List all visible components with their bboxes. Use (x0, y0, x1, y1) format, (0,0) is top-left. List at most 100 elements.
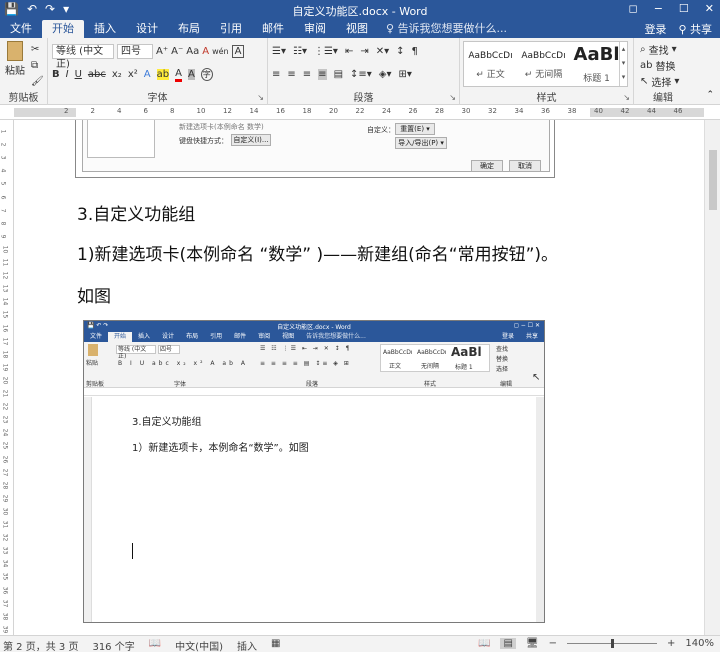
embedded-word-screenshot[interactable]: 💾 ↶ ↷ 自定义功能区.docx - Word ◻ − ☐ ✕ 文件 开始 插… (83, 320, 545, 623)
find-button[interactable]: ⌕ 查找 ▾ (640, 41, 677, 58)
vruler-number: 4 (0, 168, 7, 173)
replace-button[interactable]: ab 替换 (640, 57, 675, 74)
sign-in-link[interactable]: 登录 (644, 21, 666, 38)
paragraph-dialog-launcher-icon[interactable]: ↘ (449, 93, 456, 102)
distributed-icon[interactable]: ▤ (334, 69, 343, 80)
dialog-inner: 新建选项卡(本例命名 数学) 键盘快捷方式： 自定义(I)... 自定义： 重置… (82, 120, 550, 172)
tab-file[interactable]: 文件 (0, 20, 42, 38)
font-name-select[interactable]: 等线 (中文正) (52, 44, 114, 70)
minimize-button[interactable]: − (654, 2, 663, 15)
document-heading[interactable]: 3.自定义功能组 (77, 200, 195, 225)
ribbon-display-icon[interactable]: ◻ (629, 2, 638, 15)
char-border-icon[interactable]: A (231, 45, 245, 58)
underline-button[interactable]: U (75, 69, 82, 80)
embedded-font-name: 等线 (中文正) (116, 345, 156, 360)
bullets-icon[interactable]: ☰▾ (272, 46, 286, 57)
format-painter-icon[interactable]: 🖌 (31, 73, 44, 90)
vruler-number: 16 (1, 324, 9, 332)
close-button[interactable]: ✕ (705, 2, 714, 15)
cut-icon[interactable]: ✂ (31, 41, 39, 58)
multilevel-list-icon[interactable]: ⋮☰▾ (314, 46, 338, 57)
grow-font-icon[interactable]: A⁺ (156, 46, 168, 57)
zoom-slider[interactable] (567, 639, 658, 648)
vruler-number: 39 (1, 625, 9, 634)
import-export-button: 导入/导出(P) ▾ (395, 137, 447, 149)
document-caption[interactable]: 如图 (77, 282, 111, 307)
change-case-icon[interactable]: Aa (186, 46, 199, 57)
read-mode-icon[interactable]: 📖 (478, 638, 490, 649)
line-spacing-icon[interactable]: ↕≡▾ (350, 69, 372, 80)
share-button[interactable]: ⚲ 共享 (678, 21, 712, 38)
chinese-layout-icon[interactable]: ✕▾ (376, 46, 389, 57)
scrollbar-thumb[interactable] (709, 150, 717, 210)
style-no-spacing[interactable]: AaBbCcDı ↵ 无间隔 (517, 42, 570, 86)
zoom-in-button[interactable]: + (667, 638, 675, 649)
zoom-slider-knob[interactable] (611, 639, 615, 648)
zoom-out-button[interactable]: − (549, 638, 557, 649)
tab-mailings[interactable]: 邮件 (252, 20, 294, 38)
clear-format-icon[interactable]: A (202, 46, 209, 57)
subscript-button[interactable]: x₂ (112, 69, 122, 80)
customize-keys-button: 自定义(I)... (231, 134, 271, 146)
embedded-title-bar: 💾 ↶ ↷ 自定义功能区.docx - Word ◻ − ☐ ✕ (84, 321, 544, 331)
macro-icon[interactable]: ▦ (271, 638, 280, 653)
font-size-select[interactable]: 四号 (117, 44, 153, 59)
ruler-number: 14 (249, 107, 259, 115)
sort-icon[interactable]: ↕ (396, 46, 404, 57)
font-color-icon[interactable]: A (175, 68, 182, 82)
style-normal[interactable]: AaBbCcDı ↵ 正文 (464, 42, 517, 86)
font-dialog-launcher-icon[interactable]: ↘ (257, 93, 264, 102)
show-marks-icon[interactable]: ¶ (412, 46, 418, 57)
decrease-indent-icon[interactable]: ⇤ (345, 46, 353, 57)
highlight-icon[interactable]: ab (156, 69, 170, 80)
web-layout-icon[interactable]: 🖥 (526, 638, 539, 649)
align-right-icon[interactable]: ≡ (303, 69, 311, 80)
align-center-icon[interactable]: ≡ (287, 69, 295, 80)
increase-indent-icon[interactable]: ⇥ (360, 46, 368, 57)
phonetic-icon[interactable]: wén (212, 47, 229, 56)
language[interactable]: 中文(中国) (175, 638, 223, 653)
numbering-icon[interactable]: ☷▾ (293, 46, 307, 57)
maximize-button[interactable]: ☐ (679, 2, 689, 15)
shrink-font-icon[interactable]: A⁻ (171, 46, 183, 57)
justify-icon[interactable]: ≡ (318, 69, 327, 80)
tab-home[interactable]: 开始 (42, 20, 84, 38)
tab-design[interactable]: 设计 (126, 20, 168, 38)
superscript-button[interactable]: x² (128, 69, 138, 80)
italic-button[interactable]: I (66, 69, 69, 80)
ribbon-tabs: 文件 开始 插入 设计 布局 引用 邮件 审阅 视图 ♀ 告诉我您想要做什么..… (0, 20, 720, 38)
enclose-char-icon[interactable]: 字 (200, 68, 213, 81)
print-layout-icon[interactable]: ▤ (500, 638, 516, 649)
align-left-icon[interactable]: ≡ (272, 69, 280, 80)
select-button[interactable]: ↖ 选择 ▾ (640, 73, 679, 90)
tab-references[interactable]: 引用 (210, 20, 252, 38)
horizontal-ruler[interactable]: 2 2 4 6 8 10 12 14 16 18 20 22 24 26 28 30 32 34 36 38 40 42 4… (0, 105, 720, 120)
tab-layout[interactable]: 布局 (168, 20, 210, 38)
tab-view[interactable]: 视图 (336, 20, 378, 38)
shading-icon[interactable]: ◈▾ (379, 69, 392, 80)
styles-dialog-launcher-icon[interactable]: ↘ (623, 93, 630, 102)
paste-button[interactable]: 粘贴 (5, 41, 25, 77)
copy-icon[interactable]: ⧉ (31, 57, 38, 74)
text-effects-icon[interactable]: A (144, 69, 151, 80)
vertical-ruler[interactable]: 1 2 3 4 5 6 7 8 9 10 11 12 13 14 15 16 17 18 19 20 21 22 23 24 2… (0, 120, 14, 635)
embedded-heading: 3.自定义功能组 (132, 417, 202, 428)
tell-me-search[interactable]: ♀ 告诉我您想要做什么... (378, 20, 515, 38)
collapse-ribbon-icon[interactable]: ⌃ (706, 90, 714, 100)
document-paragraph[interactable]: 1)新建选项卡(本例命名 “数学” )——新建组(命名“常用按钮”)。 (77, 240, 558, 265)
zoom-level[interactable]: 140% (685, 638, 714, 649)
embedded-window-title: 自定义功能区.docx - Word (277, 324, 351, 331)
strikethrough-button[interactable]: abc (88, 69, 106, 80)
bold-button[interactable]: B (52, 69, 60, 80)
page-count[interactable]: 第 2 页，共 3 页 (3, 638, 78, 653)
style-heading-1[interactable]: AaBl 标题 1 (570, 42, 623, 86)
tab-insert[interactable]: 插入 (84, 20, 126, 38)
char-shading-icon[interactable]: A (187, 69, 195, 80)
styles-scroll[interactable]: ▴ ▾ ▾ (619, 42, 627, 86)
word-count[interactable]: 316 个字 (92, 638, 134, 653)
tab-review[interactable]: 审阅 (294, 20, 336, 38)
vertical-scrollbar[interactable] (704, 120, 720, 635)
borders-icon[interactable]: ⊞▾ (399, 69, 412, 80)
insert-mode[interactable]: 插入 (237, 638, 257, 653)
proofing-icon[interactable]: 📖 (149, 638, 161, 653)
